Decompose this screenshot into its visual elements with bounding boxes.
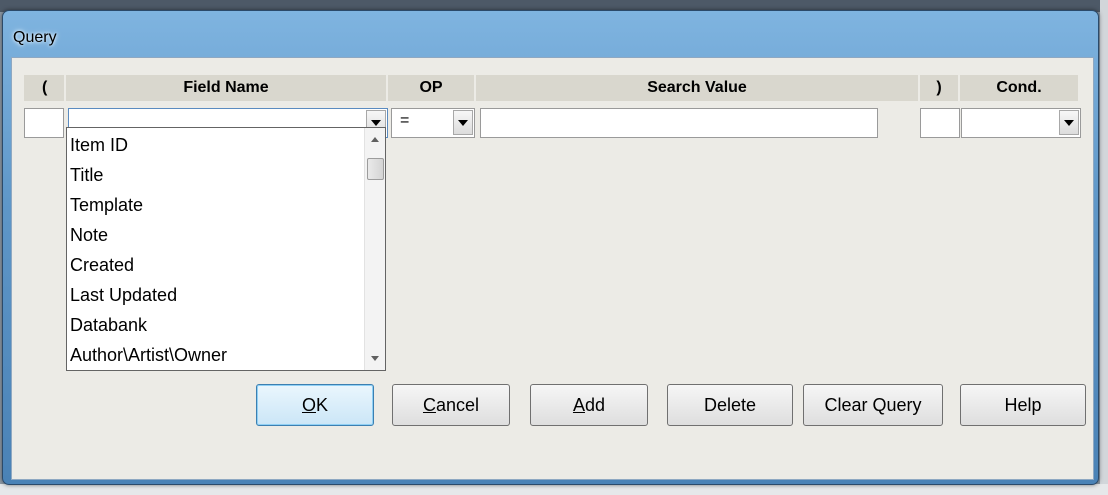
chevron-down-icon — [458, 119, 468, 126]
ok-button[interactable]: OK — [256, 384, 374, 426]
list-item[interactable]: Last Updated — [70, 280, 177, 310]
add-hotkey: A — [572, 394, 585, 415]
header-cond: Cond. — [960, 75, 1078, 101]
ok-hotkey: O — [301, 394, 316, 415]
chevron-down-icon — [1064, 119, 1074, 126]
cancel-button[interactable]: Cancel — [392, 384, 510, 426]
cond-dropdown-button[interactable] — [1059, 110, 1079, 135]
dialog-title: Query — [13, 29, 57, 46]
ok-label-rest: K — [316, 394, 329, 415]
cancel-hotkey: C — [422, 394, 436, 415]
search-value-input[interactable] — [480, 108, 878, 138]
scroll-down-icon[interactable] — [371, 356, 379, 361]
list-item[interactable]: Databank — [70, 310, 147, 340]
add-label-rest: dd — [584, 394, 606, 415]
header-op: OP — [388, 75, 474, 101]
cancel-label-rest: ancel — [435, 394, 480, 415]
header-search-value: Search Value — [476, 75, 918, 101]
header-field-name: Field Name — [66, 75, 386, 101]
field-name-dropdown-list[interactable]: Item ID Title Template Note Created Last… — [66, 127, 386, 371]
open-paren-field[interactable] — [24, 108, 64, 138]
header-open-paren: ( — [24, 75, 64, 101]
op-combobox[interactable]: = — [391, 108, 475, 138]
list-item[interactable]: Item ID — [70, 130, 128, 160]
add-button[interactable]: Add — [530, 384, 648, 426]
list-item[interactable]: Note — [70, 220, 108, 250]
header-close-paren: ) — [920, 75, 958, 101]
op-dropdown-button[interactable] — [453, 110, 473, 135]
background-app-edge — [1100, 0, 1108, 495]
cond-combobox[interactable] — [961, 108, 1081, 138]
list-scrollbar[interactable] — [364, 128, 385, 370]
help-button[interactable]: Help — [960, 384, 1086, 426]
op-value: = — [400, 112, 410, 129]
chevron-down-icon — [371, 120, 381, 126]
list-item[interactable]: Author\Artist\Owner — [70, 340, 227, 370]
scroll-up-icon[interactable] — [371, 137, 379, 142]
delete-button[interactable]: Delete — [667, 384, 793, 426]
scrollbar-thumb[interactable] — [367, 158, 384, 180]
list-item[interactable]: Template — [70, 190, 143, 220]
list-item[interactable]: Created — [70, 250, 134, 280]
list-item[interactable]: Title — [70, 160, 103, 190]
clear-query-button[interactable]: Clear Query — [803, 384, 943, 426]
close-paren-field[interactable] — [920, 108, 960, 138]
background-app-bottom — [0, 484, 1108, 495]
